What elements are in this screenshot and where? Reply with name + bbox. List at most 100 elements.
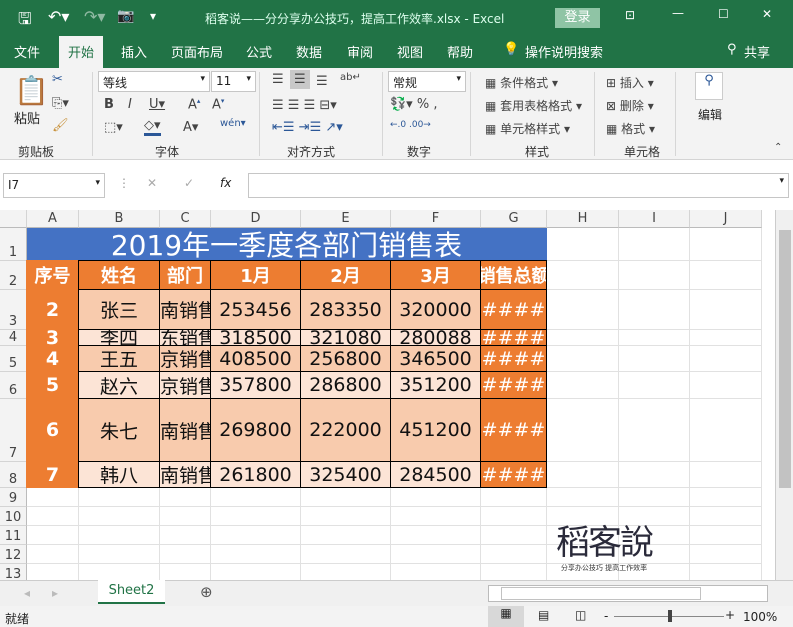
cell[interactable]: [160, 488, 211, 507]
tab-insert[interactable]: 插入: [121, 42, 147, 61]
select-all-corner[interactable]: [0, 210, 27, 228]
table-cell[interactable]: 321080: [300, 329, 391, 346]
page-layout-view-icon[interactable]: ▤: [538, 608, 549, 622]
table-cell[interactable]: ####: [480, 289, 547, 330]
cell[interactable]: [391, 545, 481, 564]
table-cell[interactable]: 284500: [390, 461, 481, 488]
tab-help[interactable]: 帮助: [447, 42, 473, 61]
scroll-thumb[interactable]: [779, 230, 791, 488]
cell[interactable]: [301, 564, 391, 580]
cell[interactable]: [619, 290, 690, 330]
cell[interactable]: [690, 564, 762, 580]
table-cell[interactable]: 7: [26, 461, 79, 488]
wrap-text-icon[interactable]: ab↵: [340, 72, 361, 83]
customize-qat-icon[interactable]: ▾: [150, 9, 156, 23]
table-cell[interactable]: 283350: [300, 289, 391, 330]
cell[interactable]: [27, 564, 79, 580]
table-cell[interactable]: 269800: [210, 398, 301, 462]
grow-font-icon[interactable]: A▴: [188, 97, 200, 112]
cell[interactable]: [547, 228, 619, 261]
table-cell[interactable]: 408500: [210, 345, 301, 372]
ribbon-display-icon[interactable]: ⊡: [625, 8, 635, 22]
row-header[interactable]: 8: [0, 462, 27, 488]
table-cell[interactable]: 357800: [210, 371, 301, 399]
cell[interactable]: [619, 330, 690, 346]
cell[interactable]: [160, 564, 211, 580]
bold-button[interactable]: B: [104, 97, 114, 112]
cell[interactable]: [547, 399, 619, 462]
cell[interactable]: [547, 488, 619, 507]
cell[interactable]: [690, 488, 762, 507]
row-header[interactable]: 11: [0, 526, 27, 545]
table-header-cell[interactable]: 姓名: [78, 260, 160, 290]
table-cell[interactable]: 2: [26, 289, 79, 330]
row-header[interactable]: 9: [0, 488, 27, 507]
table-cell[interactable]: 451200: [390, 398, 481, 462]
cell[interactable]: [301, 526, 391, 545]
table-cell[interactable]: 253456: [210, 289, 301, 330]
cell[interactable]: [391, 564, 481, 580]
cut-icon[interactable]: ✂: [52, 72, 63, 87]
tab-data[interactable]: 数据: [296, 42, 322, 61]
column-header[interactable]: G: [481, 210, 547, 228]
row-header[interactable]: 2: [0, 261, 27, 290]
cell[interactable]: [211, 545, 301, 564]
row-header[interactable]: 13: [0, 564, 27, 580]
cell[interactable]: [547, 261, 619, 290]
italic-button[interactable]: I: [128, 97, 132, 112]
table-cell[interactable]: 222000: [300, 398, 391, 462]
redo-icon[interactable]: ↷▾: [84, 7, 105, 26]
cell[interactable]: [79, 526, 160, 545]
cell[interactable]: [211, 488, 301, 507]
table-cell[interactable]: 318500: [210, 329, 301, 346]
cell[interactable]: [481, 488, 547, 507]
zoom-out-button[interactable]: -: [604, 609, 608, 623]
table-cell[interactable]: ####: [480, 345, 547, 372]
save-icon[interactable]: 🖫: [18, 8, 32, 35]
table-cell[interactable]: 3: [26, 329, 79, 346]
cell[interactable]: [481, 564, 547, 580]
cell[interactable]: [160, 507, 211, 526]
maximize-button[interactable]: ☐: [718, 7, 729, 21]
column-header[interactable]: I: [619, 210, 690, 228]
share-button[interactable]: 共享: [744, 42, 770, 61]
close-button[interactable]: ✕: [762, 7, 772, 21]
table-cell[interactable]: 南销售: [159, 461, 211, 488]
cell[interactable]: [690, 372, 762, 399]
login-button[interactable]: 登录: [555, 8, 600, 28]
cell[interactable]: [619, 372, 690, 399]
row-header[interactable]: 10: [0, 507, 27, 526]
table-header-cell[interactable]: 序号: [26, 260, 79, 290]
cell[interactable]: [79, 507, 160, 526]
zoom-in-button[interactable]: +: [725, 608, 735, 622]
tab-file[interactable]: 文件: [14, 42, 40, 61]
row-header[interactable]: 4: [0, 330, 27, 346]
table-cell[interactable]: 王五: [78, 345, 160, 372]
tell-me-search[interactable]: 操作说明搜索: [525, 42, 603, 61]
table-cell[interactable]: 320000: [390, 289, 481, 330]
cancel-icon[interactable]: ✕: [147, 176, 157, 190]
cell[interactable]: [690, 228, 762, 261]
conditional-format-button[interactable]: ▦ 条件格式 ▾: [485, 74, 558, 91]
borders-icon[interactable]: ⬚▾: [104, 120, 123, 135]
cell[interactable]: [160, 545, 211, 564]
cell[interactable]: [27, 507, 79, 526]
tab-review[interactable]: 审阅: [347, 42, 373, 61]
table-cell[interactable]: 5: [26, 371, 79, 399]
cell[interactable]: [619, 488, 690, 507]
table-cell[interactable]: 4: [26, 345, 79, 372]
undo-icon[interactable]: ↶▾: [48, 7, 69, 26]
delete-cells-button[interactable]: ⊠ 删除 ▾: [606, 97, 654, 114]
add-sheet-button[interactable]: ⊕: [200, 583, 213, 601]
table-cell[interactable]: 韩八: [78, 461, 160, 488]
cell[interactable]: [27, 545, 79, 564]
cell[interactable]: [79, 545, 160, 564]
cell[interactable]: [619, 462, 690, 488]
enter-icon[interactable]: ✓: [184, 176, 194, 190]
column-header[interactable]: C: [160, 210, 211, 228]
table-cell[interactable]: ####: [480, 461, 547, 488]
copy-icon[interactable]: ⎘▾: [52, 96, 69, 111]
row-header[interactable]: 7: [0, 399, 27, 462]
zoom-slider-thumb[interactable]: [668, 610, 672, 622]
font-size-select[interactable]: 11 ▾: [211, 71, 256, 92]
